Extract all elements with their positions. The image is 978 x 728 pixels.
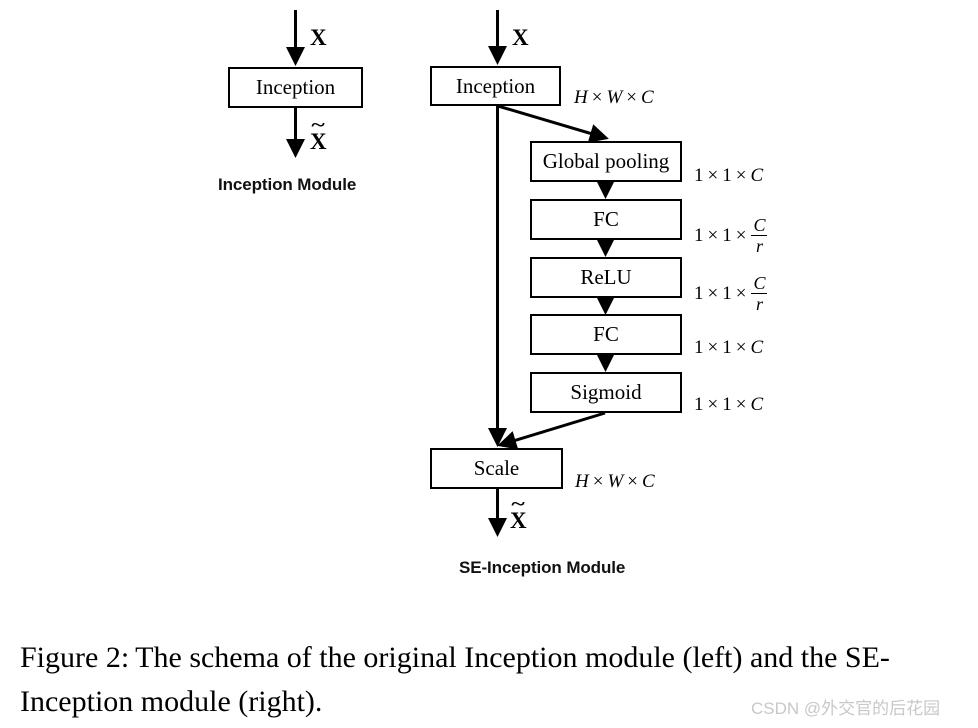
dim-c: C: [750, 394, 764, 415]
figure-legend-lead: Figure 2:: [20, 641, 130, 674]
dim-c: C: [641, 87, 654, 108]
dim-one: 1: [694, 165, 704, 186]
figure-canvas: [285, 10, 616, 537]
dim-times: ×: [707, 337, 719, 358]
dim-label-scale: H × W × C: [575, 472, 655, 491]
dim-c: C: [750, 337, 764, 358]
dim-label-relu: 1 × 1 × C r: [694, 273, 768, 314]
dim-label-fc-1: 1 × 1 × C r: [694, 215, 768, 256]
dim-label-global-pooling: 1 × 1 × C: [694, 166, 763, 185]
dim-one: 1: [722, 225, 732, 246]
dim-one: 1: [694, 283, 704, 304]
csdn-watermark: CSDN @外交官的后花园: [751, 699, 941, 718]
block-relu[interactable]: ReLU: [530, 257, 682, 298]
block-fc-2[interactable]: FC: [530, 314, 682, 355]
dim-times: ×: [735, 394, 747, 415]
block-global-pooling[interactable]: Global pooling: [530, 141, 682, 182]
sigmoid-to-scale-arrow: [497, 411, 606, 450]
dim-times: ×: [735, 165, 747, 186]
dim-times: ×: [707, 225, 719, 246]
right-output-tensor-label: ~ X: [510, 495, 527, 532]
dim-times: ×: [707, 283, 719, 304]
dim-c: C: [750, 165, 764, 186]
dim-one: 1: [722, 337, 732, 358]
dim-times: ×: [735, 283, 747, 304]
dim-w: W: [606, 87, 623, 108]
dim-fraction-denominator: r: [755, 236, 763, 256]
dim-times: ×: [735, 337, 747, 358]
dim-fraction-denominator: r: [755, 294, 763, 314]
dim-label-inception: H × W × C: [574, 88, 654, 107]
block-scale[interactable]: Scale: [430, 448, 563, 489]
dim-fraction-numerator: C: [751, 215, 768, 236]
dim-times: ×: [626, 87, 637, 108]
left-module-caption: Inception Module: [218, 175, 357, 194]
dim-times: ×: [592, 471, 604, 492]
dim-fraction-c-over-r: C r: [751, 273, 768, 314]
branch-to-global-pooling-arrow: [497, 104, 609, 143]
block-inception-left[interactable]: Inception: [228, 67, 363, 108]
dim-times: ×: [627, 471, 638, 492]
dim-fraction-c-over-r: C r: [751, 215, 768, 256]
dim-one: 1: [722, 283, 732, 304]
tilde-accent-right: ~: [511, 494, 525, 515]
dim-one: 1: [694, 394, 704, 415]
dim-times: ×: [707, 165, 719, 186]
dim-w: W: [607, 471, 624, 492]
dim-label-sigmoid: 1 × 1 × C: [694, 395, 763, 414]
dim-one: 1: [694, 337, 704, 358]
block-fc-1[interactable]: FC: [530, 199, 682, 240]
block-inception-right[interactable]: Inception: [430, 66, 561, 106]
dim-label-fc-2: 1 × 1 × C: [694, 338, 763, 357]
dim-one: 1: [694, 225, 704, 246]
block-sigmoid[interactable]: Sigmoid: [530, 372, 682, 413]
dim-times: ×: [735, 225, 747, 246]
dim-one: 1: [722, 394, 732, 415]
dim-one: 1: [722, 165, 732, 186]
left-input-tensor-label: X: [310, 25, 327, 50]
left-output-tensor-label: ~ X: [310, 116, 327, 153]
dim-c: C: [642, 471, 655, 492]
dim-times: ×: [591, 87, 603, 108]
dim-h: H: [575, 471, 589, 492]
dim-times: ×: [707, 394, 719, 415]
dim-h: H: [574, 87, 588, 108]
tilde-accent-left: ~: [311, 115, 325, 136]
right-input-tensor-label: X: [512, 25, 529, 50]
right-module-caption: SE-Inception Module: [459, 558, 626, 577]
dim-fraction-numerator: C: [751, 273, 768, 294]
